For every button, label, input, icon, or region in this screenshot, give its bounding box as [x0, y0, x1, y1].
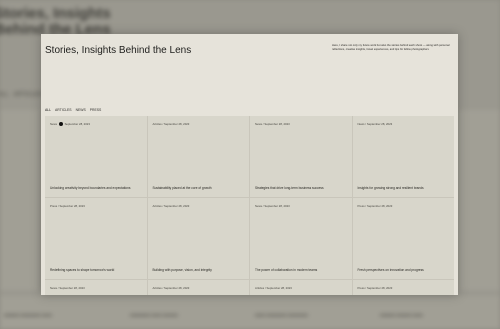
post-meta: Articles / September 28, 2023	[255, 286, 292, 290]
tab-all[interactable]: ALL	[45, 108, 51, 112]
post-title: Insights for growing strong and resilien…	[357, 186, 424, 190]
post-category: News	[50, 122, 57, 126]
background-card	[458, 110, 500, 200]
background-card	[0, 110, 41, 200]
post-card[interactable]: Articles / September 28, 2023 Sustainabi…	[147, 116, 249, 197]
post-category: Articles	[152, 286, 162, 290]
cursor-dot-icon	[58, 122, 63, 127]
post-meta: News September 28, 2023	[50, 122, 90, 127]
post-category: Press	[357, 286, 365, 290]
post-category: Press	[50, 204, 58, 208]
post-title: Unlocking creativity beyond boundaries a…	[50, 186, 131, 190]
post-date: September 28, 2023	[164, 122, 190, 126]
post-card[interactable]: News / September 28, 2023 The power of c…	[250, 198, 352, 279]
post-date: September 28, 2023	[64, 122, 90, 126]
post-date: September 28, 2023	[367, 286, 393, 290]
post-category: Articles	[152, 204, 162, 208]
post-category: News	[50, 286, 57, 290]
post-card[interactable]: News September 28, 2023 Unlocking creati…	[45, 116, 147, 197]
post-meta: Press / September 28, 2023	[357, 204, 393, 208]
post-card[interactable]: News / September 28, 2023 Strategies tha…	[250, 116, 352, 197]
post-title: Building with purpose, vision, and integ…	[152, 268, 212, 272]
post-card[interactable]: Press / September 28, 2023 Fresh perspec…	[352, 198, 454, 279]
post-meta: Press / September 28, 2023	[50, 204, 85, 208]
background-card	[458, 200, 500, 290]
post-card[interactable]: Articles / September 28, 2023	[250, 280, 352, 295]
post-card[interactable]: Press / September 28, 2023 Redefining sp…	[45, 198, 147, 279]
post-title: Fresh perspectives on innovation and pro…	[357, 268, 424, 272]
post-card[interactable]: Articles / September 28, 2023	[147, 280, 249, 295]
post-meta: News / September 28, 2023	[50, 286, 85, 290]
post-grid: News September 28, 2023 Unlocking creati…	[45, 116, 454, 295]
post-meta: Articles / September 28, 2023	[152, 204, 190, 208]
page-title: Stories, Insights Behind the Lens	[45, 44, 191, 57]
post-category: News	[357, 122, 365, 126]
post-date: September 28, 2023	[59, 286, 85, 290]
post-date: September 28, 2023	[366, 122, 393, 126]
background-text: ▬▬▬ ▬▬▬ ▬▬	[380, 312, 423, 318]
post-date: September 28, 2023	[164, 286, 190, 290]
post-category: Articles	[152, 122, 162, 126]
post-category: News	[255, 204, 262, 208]
headline-text: Stories, Insights Behind the Lens	[45, 45, 192, 56]
tab-press[interactable]: PRESS	[90, 108, 102, 112]
background-text: ▬▬▬ ▬▬▬▬ ▬▬	[4, 312, 52, 318]
background-text: ▬▬▬▬ ▬▬ ▬▬▬	[130, 312, 178, 318]
post-card[interactable]: News / September 28, 2023 Insights for g…	[352, 116, 454, 197]
intro-paragraph: Here, I share not only my future work bu…	[332, 44, 452, 51]
post-meta: News / September 28, 2023	[255, 204, 290, 208]
post-title: The power of collaboration in modern tea…	[255, 268, 318, 272]
post-date: September 28, 2023	[367, 204, 393, 208]
post-date: September 28, 2023	[59, 204, 85, 208]
post-meta: Articles / September 28, 2023	[152, 122, 190, 126]
background-card	[0, 200, 41, 290]
post-meta: Press / September 28, 2023	[357, 286, 393, 290]
post-date: September 28, 2023	[264, 122, 290, 126]
post-card[interactable]: News / September 28, 2023	[45, 280, 147, 295]
post-card[interactable]: Press / September 28, 2023	[352, 280, 454, 295]
filter-tabs: ALL ARTICLES NEWS PRESS	[45, 108, 101, 112]
post-meta: News / September 28, 2023	[255, 122, 290, 126]
post-date: September 28, 2023	[266, 286, 292, 290]
background-text: ▬▬ ▬▬▬▬ ▬▬▬▬	[255, 312, 308, 318]
post-category: Articles	[255, 286, 265, 290]
tab-news[interactable]: NEWS	[76, 108, 86, 112]
tab-articles[interactable]: ARTICLES	[55, 108, 72, 112]
post-title: Strategies that drive long-term business…	[255, 186, 324, 190]
post-date: September 28, 2023	[264, 204, 290, 208]
intro-text: Here, I share not only my future work bu…	[332, 44, 450, 51]
post-title: Sustainability placed at the core of gro…	[152, 186, 212, 190]
post-title: Redefining spaces to shape tomorrow's wo…	[50, 268, 115, 272]
post-card[interactable]: Articles / September 28, 2023 Building w…	[147, 198, 249, 279]
post-date: September 28, 2023	[164, 204, 190, 208]
post-meta: News / September 28, 2023	[357, 122, 393, 126]
post-meta: Articles / September 28, 2023	[152, 286, 190, 290]
post-category: Press	[357, 204, 365, 208]
blog-panel: Stories, Insights Behind the Lens Here, …	[41, 34, 458, 295]
post-category: News	[255, 122, 262, 126]
